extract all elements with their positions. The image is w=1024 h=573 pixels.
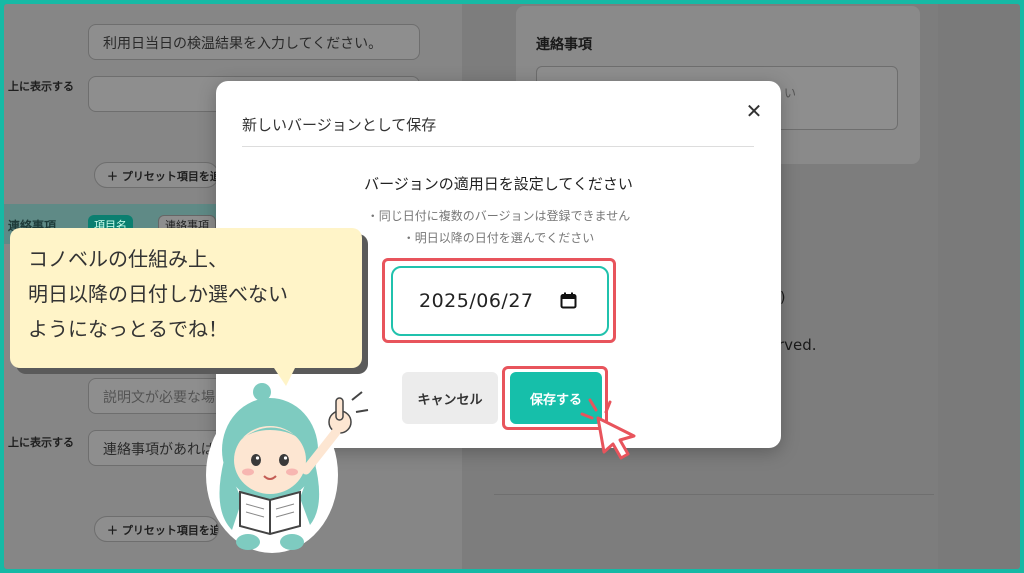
background-side-label-1: 上に表示する: [8, 80, 74, 93]
background-divider: [494, 494, 934, 495]
background-right-card-title: 連絡事項: [536, 37, 592, 53]
dialog-heading: バージョンの適用日を設定してください: [364, 175, 633, 193]
date-value: 2025/06/27: [419, 290, 534, 312]
background-preset-button-2: ＋ プリセット項目を追: [94, 516, 219, 542]
background-preset-button-1: ＋ プリセット項目を追: [94, 162, 219, 188]
background-right-text-2: rved.: [778, 336, 817, 354]
dialog-title: 新しいバージョンとして保存: [242, 116, 437, 134]
calendar-icon[interactable]: [560, 292, 577, 309]
cancel-button[interactable]: キャンセル: [402, 372, 498, 424]
background-right-placeholder: い: [784, 86, 797, 100]
background-field-1: 利用日当日の検温結果を入力してください。: [88, 24, 420, 60]
background-side-label-2: 上に表示する: [8, 436, 74, 449]
mascot-character-icon: [206, 383, 369, 553]
dialog-note-1: ・同じ日付に複数のバージョンは登録できません: [366, 209, 631, 223]
callout-line-3: ようになっとるでね！: [28, 317, 228, 341]
close-icon[interactable]: ✕: [740, 97, 768, 125]
callout-bubble: コノベルの仕組み上、 明日以降の日付しか選べない ようになっとるでね！: [10, 228, 362, 368]
callout-line-2: 明日以降の日付しか選べない: [28, 282, 288, 306]
background-right-strip: [938, 4, 1020, 569]
callout-line-1: コノベルの仕組み上、: [28, 247, 228, 271]
app-frame: 利用日当日の検温結果を入力してください。 上に表示する ＋ プリセット項目を追 …: [4, 4, 1020, 569]
dialog-divider: [242, 146, 754, 147]
pointer-cursor-icon: [580, 398, 636, 460]
